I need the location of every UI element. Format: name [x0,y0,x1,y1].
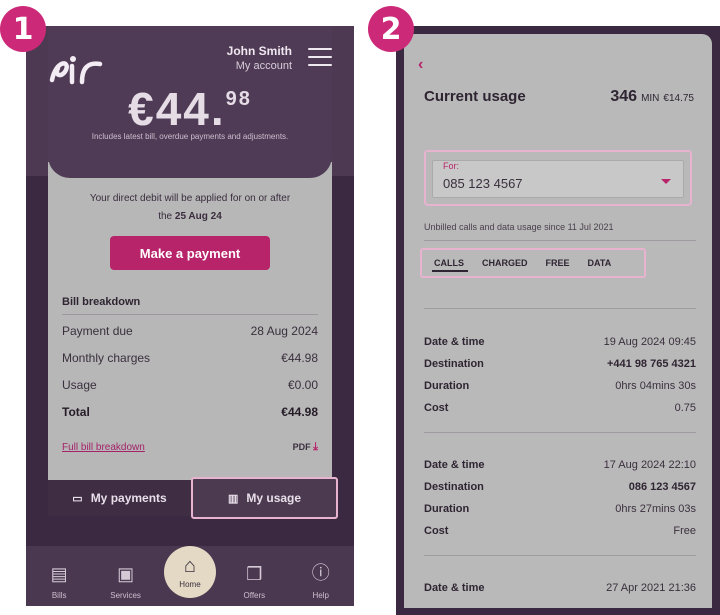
nav-bills[interactable]: ▤ Bills [31,564,87,600]
nav-home[interactable]: ⌂ Home [163,546,216,598]
phone-screen-usage: ‹ Current usage 346 MIN €14.75 For: 085 … [396,26,720,615]
selected-number: 085 123 4567 [443,176,523,191]
bill-row-total: Total €44.98 [62,405,318,419]
menu-icon[interactable] [308,48,332,66]
call-row: Date & time 27 Apr 2021 21:36 [424,582,696,594]
call-row: Date & time 19 Aug 2024 09:45 [424,336,696,348]
usage-tabs: CALLS CHARGED FREE DATA [420,248,646,278]
for-label: For: [443,161,460,171]
bills-icon: ▤ [50,564,68,584]
number-selector[interactable]: For: 085 123 4567 [424,150,692,206]
user-account[interactable]: John Smith My account [227,44,292,72]
pdf-download[interactable]: PDF ⤓ [293,441,318,454]
balance-note: Includes latest bill, overdue payments a… [91,132,289,141]
tab-my-usage[interactable]: ▥ My usage [191,477,338,519]
call-row: Cost 0.75 [424,402,696,414]
tab-free[interactable]: FREE [540,250,582,276]
usage-summary: 346 MIN €14.75 [610,88,694,105]
bottom-navigation: ▤ Bills ▣ Services ⌂ Home ❒ Offers ⓘ Hel… [26,546,354,606]
chevron-down-icon [661,179,671,184]
call-row: Duration 0hrs 27mins 03s [424,503,696,515]
bill-row-usage: Usage €0.00 [62,378,318,392]
home-icon: ⌂ [183,555,197,577]
make-payment-button[interactable]: Make a payment [110,236,270,270]
step-badge-2: 2 [368,6,414,52]
current-usage-title: Current usage [424,88,526,105]
tab-calls[interactable]: CALLS [428,250,476,276]
tab-data[interactable]: DATA [582,250,624,276]
nav-help[interactable]: ⓘ Help [293,559,349,600]
call-row: Cost Free [424,525,696,537]
services-icon: ▣ [117,564,135,584]
bill-breakdown-title: Bill breakdown [62,296,141,308]
call-row: Destination +441 98 765 4321 [424,358,696,370]
direct-debit-text: Your direct debit will be applied for on… [89,193,291,222]
nav-services[interactable]: ▣ Services [98,564,154,600]
bill-panel: Your direct debit will be applied for on… [48,178,332,480]
download-icon: ⤓ [313,441,318,453]
usage-screen: ‹ Current usage 346 MIN €14.75 For: 085 … [404,34,712,608]
call-row: Date & time 17 Aug 2024 22:10 [424,459,696,471]
phone-screen-account: €44.98 Includes latest bill, overdue pay… [26,26,354,606]
step-badge-1: 1 [0,6,46,52]
nav-offers[interactable]: ❒ Offers [226,564,282,600]
my-account-label: My account [235,60,292,72]
bill-row-monthly-charges: Monthly charges €44.98 [62,351,318,365]
card-icon: ▭ [72,492,83,505]
payments-usage-tabs: ▭ My payments ▥ My usage [48,477,338,519]
gift-icon: ❒ [246,564,263,584]
tab-charged[interactable]: CHARGED [476,250,540,276]
user-name: John Smith [226,44,292,58]
call-row: Destination 086 123 4567 [424,481,696,493]
eir-logo[interactable] [48,54,110,91]
tab-my-payments[interactable]: ▭ My payments [48,480,191,516]
call-row: Duration 0hrs 04mins 30s [424,380,696,392]
unbilled-note: Unbilled calls and data usage since 11 J… [424,222,614,232]
back-chevron-icon[interactable]: ‹ [418,56,423,74]
bill-row-payment-due: Payment due 28 Aug 2024 [62,324,318,338]
bar-chart-icon: ▥ [227,492,239,505]
full-bill-breakdown-link[interactable]: Full bill breakdown [62,442,145,453]
help-icon: ⓘ [311,563,330,583]
